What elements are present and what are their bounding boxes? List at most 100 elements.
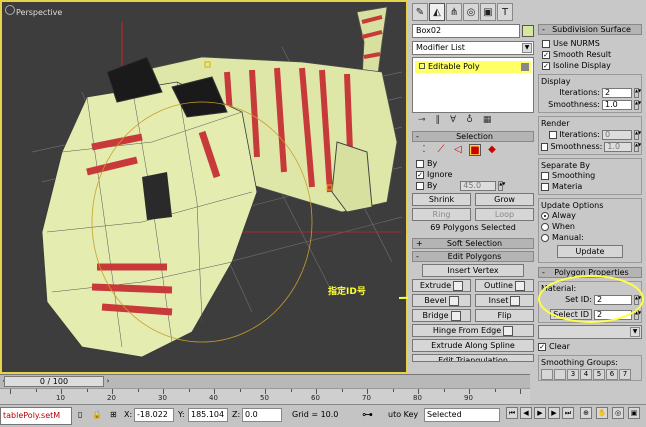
bridge-settings-icon[interactable] bbox=[450, 310, 461, 321]
edit-polygons-rollout-header[interactable]: - Edit Polygons bbox=[412, 251, 534, 262]
bevel-button[interactable]: Bevel bbox=[412, 294, 471, 307]
shrink-button[interactable]: Shrink bbox=[412, 193, 471, 206]
utilities-tab-icon[interactable]: T bbox=[497, 3, 513, 21]
spinner-arrows-icon[interactable]: ▲▼ bbox=[498, 181, 505, 191]
by-angle-checkbox[interactable]: By 45.0 ▲▼ bbox=[416, 180, 534, 191]
hierarchy-tab-icon[interactable]: ⋔ bbox=[446, 3, 462, 21]
next-key-icon[interactable]: ▶ bbox=[548, 407, 560, 419]
angle-spinner[interactable]: 45.0 ▲▼ bbox=[460, 181, 505, 192]
hinge-from-edge-button[interactable]: Hinge From Edge bbox=[412, 324, 534, 337]
track-bar[interactable]: 10 20 30 40 50 60 70 80 90 bbox=[0, 388, 530, 404]
modifier-list-dropdown[interactable]: Modifier List ▼ bbox=[412, 41, 534, 55]
edit-triangulation-button[interactable]: Edit Triangulation bbox=[412, 354, 534, 362]
manual-radio[interactable]: Manual: bbox=[541, 232, 639, 243]
by-vertex-checkbox[interactable]: By bbox=[416, 158, 534, 169]
modify-tab-icon[interactable]: ◭ bbox=[429, 3, 445, 21]
always-radio-dot[interactable] bbox=[541, 211, 549, 220]
display-tab-icon[interactable]: ▣ bbox=[480, 3, 496, 21]
smoothing-checkbox[interactable]: Smoothing bbox=[541, 170, 639, 181]
by-vertex-box[interactable] bbox=[416, 159, 424, 168]
outline-settings-icon[interactable] bbox=[514, 280, 525, 291]
smooth-result-checkbox[interactable]: ✓ Smooth Result bbox=[542, 49, 642, 60]
perspective-viewport[interactable]: Perspective bbox=[0, 0, 408, 374]
smooth-result-box[interactable]: ✓ bbox=[542, 50, 550, 59]
selection-rollout-header[interactable]: - Selection bbox=[412, 131, 534, 142]
z-coordinate[interactable]: 0.0 bbox=[242, 408, 282, 422]
insert-vertex-button[interactable]: Insert Vertex bbox=[422, 264, 524, 277]
viewport-menu-icon[interactable] bbox=[5, 5, 15, 15]
stack-item-editable-poly[interactable]: Editable Poly bbox=[415, 61, 531, 73]
render-smoothness-spinner[interactable]: Smoothness: 1.0 ▲▼ bbox=[541, 141, 641, 152]
zoom-icon[interactable]: ⊕ bbox=[580, 407, 592, 419]
display-iterations-spinner[interactable]: Iterations: 2 ▲▼ bbox=[541, 87, 641, 98]
materia-checkbox[interactable]: Materia bbox=[541, 181, 639, 192]
always-radio[interactable]: Alway bbox=[541, 210, 639, 221]
subdivision-rollout-header[interactable]: - Subdivision Surface bbox=[538, 24, 642, 35]
configure-sets-icon[interactable]: ▦ bbox=[483, 115, 492, 127]
render-smoothness-checkbox[interactable] bbox=[541, 142, 549, 151]
smoothing-group-button[interactable]: 6 bbox=[606, 369, 618, 380]
show-end-result-icon[interactable]: ‖ bbox=[436, 115, 441, 127]
render-smoothness-value[interactable]: 1.0 bbox=[604, 141, 632, 152]
selection-lock-icon[interactable]: ▯ bbox=[78, 408, 82, 422]
isoline-box[interactable]: ✓ bbox=[542, 61, 550, 70]
update-button[interactable]: Update bbox=[557, 245, 623, 258]
bevel-settings-icon[interactable] bbox=[448, 295, 459, 306]
spinner-arrows-icon[interactable]: ▲▼ bbox=[634, 129, 641, 140]
polygon-icon[interactable]: ■ bbox=[469, 144, 481, 156]
remove-modifier-icon[interactable]: ♁ bbox=[466, 115, 473, 127]
object-name-field[interactable]: Box02 bbox=[412, 24, 520, 38]
element-icon[interactable]: ◆ bbox=[486, 144, 498, 156]
pin-stack-icon[interactable]: ⊸ bbox=[418, 115, 426, 127]
render-iterations-value[interactable]: 0 bbox=[602, 129, 632, 140]
material-name-dropdown[interactable]: ▼ bbox=[538, 325, 642, 339]
manual-radio-dot[interactable] bbox=[541, 233, 549, 242]
time-slider[interactable]: 0 / 100 bbox=[4, 376, 104, 387]
use-nurms-checkbox[interactable]: Use NURMS bbox=[542, 38, 642, 49]
prev-key-icon[interactable]: ◀ bbox=[520, 407, 532, 419]
by-angle-box[interactable] bbox=[416, 181, 424, 190]
maximize-viewport-icon[interactable]: ▣ bbox=[628, 407, 640, 419]
extrude-along-spline-button[interactable]: Extrude Along Spline bbox=[412, 339, 534, 352]
smoothing-group-button[interactable]: 7 bbox=[619, 369, 631, 380]
ring-button[interactable]: Ring bbox=[412, 208, 471, 221]
smoothing-group-button[interactable]: 3 bbox=[567, 369, 579, 380]
transform-mode-icon[interactable]: ⊞ bbox=[110, 408, 117, 422]
clear-selection-checkbox[interactable]: ✓ Clear bbox=[538, 341, 642, 352]
create-tab-icon[interactable]: ✎ bbox=[412, 3, 428, 21]
make-unique-icon[interactable]: ∀ bbox=[450, 115, 456, 127]
ignore-backfacing-box[interactable]: ✓ bbox=[416, 170, 424, 179]
flip-button[interactable]: Flip bbox=[475, 309, 534, 322]
use-nurms-box[interactable] bbox=[542, 39, 550, 48]
inset-settings-icon[interactable] bbox=[510, 295, 521, 306]
bridge-button[interactable]: Bridge bbox=[412, 309, 471, 322]
render-iterations-spinner[interactable]: Iterations: 0 ▲▼ bbox=[541, 129, 641, 140]
auto-key-button[interactable]: uto Key bbox=[388, 408, 418, 422]
smoothing-group-button[interactable] bbox=[541, 369, 553, 380]
vertex-icon[interactable]: ⁚ bbox=[418, 144, 430, 156]
soft-selection-rollout-header[interactable]: + Soft Selection bbox=[412, 238, 534, 249]
maxscript-listener[interactable]: tablePoly.setM bbox=[0, 407, 72, 425]
viewport-label[interactable]: Perspective bbox=[16, 8, 62, 17]
smoothing-group-button[interactable]: 4 bbox=[580, 369, 592, 380]
render-iterations-checkbox[interactable] bbox=[549, 130, 558, 139]
expand-icon[interactable] bbox=[419, 63, 425, 69]
key-filter-dropdown[interactable]: Selected bbox=[424, 408, 500, 422]
inset-button[interactable]: Inset bbox=[475, 294, 534, 307]
display-smoothness-spinner[interactable]: Smoothness: 1.0 ▲▼ bbox=[541, 99, 641, 110]
smoothing-group-button[interactable]: 5 bbox=[593, 369, 605, 380]
edge-icon[interactable]: ⟋ bbox=[435, 144, 447, 156]
spinner-arrows-icon[interactable]: ▲▼ bbox=[634, 99, 641, 110]
when-radio-dot[interactable] bbox=[541, 222, 549, 231]
outline-button[interactable]: Outline bbox=[475, 279, 534, 292]
clear-selection-box[interactable]: ✓ bbox=[538, 342, 546, 351]
play-icon[interactable]: ▶ bbox=[534, 407, 546, 419]
when-radio[interactable]: When bbox=[541, 221, 639, 232]
pan-icon[interactable]: ✋ bbox=[596, 407, 608, 419]
angle-value[interactable]: 45.0 bbox=[460, 181, 497, 191]
smoothing-box[interactable] bbox=[541, 171, 549, 180]
y-coordinate[interactable]: 185.104 bbox=[188, 408, 228, 422]
grow-button[interactable]: Grow bbox=[475, 193, 534, 206]
spinner-arrows-icon[interactable]: ▲▼ bbox=[634, 87, 641, 98]
goto-start-icon[interactable]: ⏮ bbox=[506, 407, 518, 419]
